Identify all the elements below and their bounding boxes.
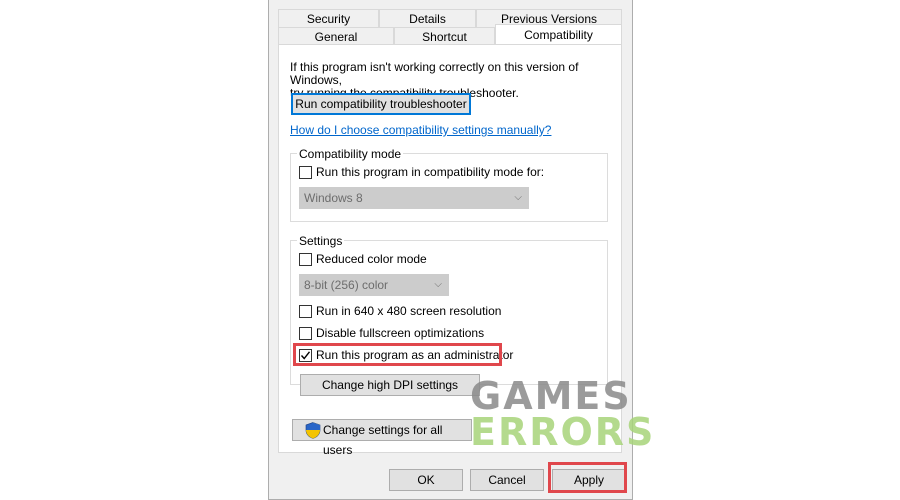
res-640-checkbox[interactable]	[299, 305, 312, 318]
change-high-dpi-button[interactable]: Change high DPI settings	[300, 374, 480, 396]
tab-compatibility[interactable]: Compatibility	[495, 24, 622, 46]
fullscreen-opt-checkbox[interactable]	[299, 327, 312, 340]
intro-text-line1: If this program isn't working correctly …	[290, 60, 579, 87]
apply-highlight	[548, 462, 627, 493]
run-as-admin-highlight	[293, 343, 502, 366]
tab-details[interactable]: Details	[379, 9, 476, 27]
reduced-color-label: Reduced color mode	[316, 252, 427, 266]
compat-mode-label: Run this program in compatibility mode f…	[316, 165, 545, 179]
run-troubleshooter-button[interactable]: Run compatibility troubleshooter	[291, 93, 471, 115]
res-640-label: Run in 640 x 480 screen resolution	[316, 304, 502, 318]
compat-os-select[interactable]: Windows 8 ⌵	[299, 187, 529, 209]
compatibility-mode-title: Compatibility mode	[297, 147, 404, 161]
tab-security[interactable]: Security	[278, 9, 379, 27]
ok-button[interactable]: OK	[389, 469, 463, 491]
tab-shortcut[interactable]: Shortcut	[394, 27, 495, 45]
change-settings-all-users-button[interactable]: Change settings for all users	[292, 419, 472, 457]
cancel-button[interactable]: Cancel	[470, 469, 544, 491]
color-depth-select[interactable]: 8-bit (256) color ⌵	[299, 274, 449, 296]
compat-os-value: Windows 8	[304, 191, 363, 205]
settings-title: Settings	[297, 234, 345, 248]
chevron-down-icon: ⌵	[514, 192, 522, 203]
fullscreen-opt-label: Disable fullscreen optimizations	[316, 326, 485, 340]
reduced-color-checkbox[interactable]	[299, 253, 312, 266]
compat-settings-help-link[interactable]: How do I choose compatibility settings m…	[290, 123, 551, 137]
chevron-down-icon: ⌵	[434, 279, 442, 290]
watermark-line2: ERRORS	[470, 410, 656, 454]
change-settings-all-users-label: Change settings for all users	[323, 423, 443, 457]
tab-general[interactable]: General	[278, 27, 394, 45]
color-depth-value: 8-bit (256) color	[304, 278, 389, 292]
compat-mode-checkbox[interactable]	[299, 166, 312, 179]
uac-shield-icon	[305, 422, 321, 439]
